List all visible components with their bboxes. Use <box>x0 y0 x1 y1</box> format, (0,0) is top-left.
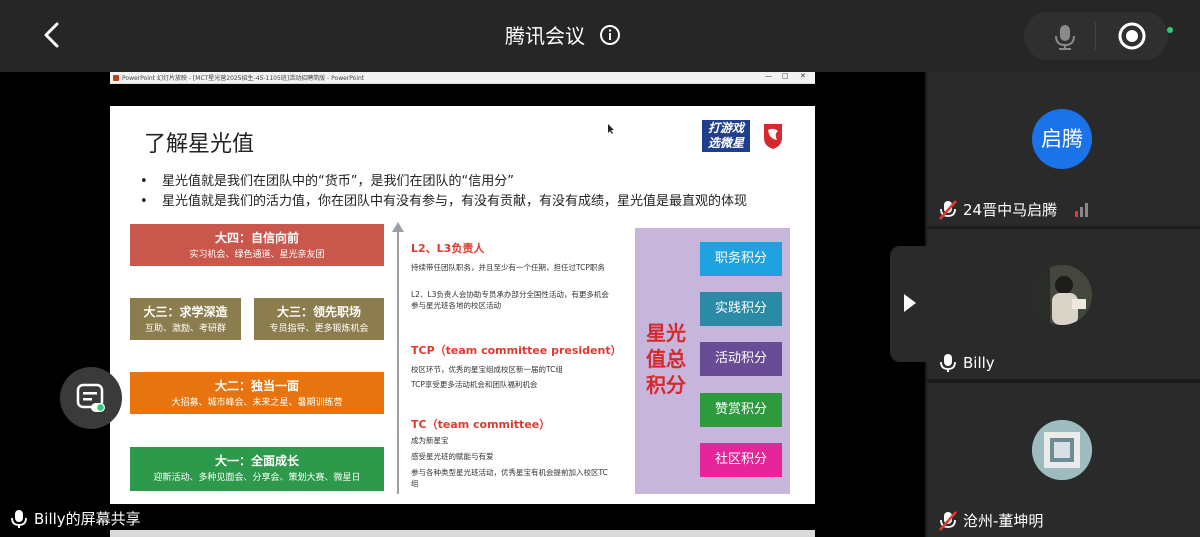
level-text: 参与各种类型星光班活动，优秀星宝有机会提前加入校区TC组 <box>411 468 608 488</box>
participant-name-row: Billy <box>939 353 995 373</box>
level-heading: L2、L3负责人 <box>411 242 485 255</box>
record-icon[interactable] <box>1116 20 1148 52</box>
participant-tile[interactable]: 沧州-董坤明 <box>927 383 1200 537</box>
points-practice-box: 实践积分 <box>700 292 782 326</box>
close-icon[interactable]: ✕ <box>800 72 806 80</box>
slide: 了解星光值 • 星光值就是我们在团队中的“货币”，是我们在团队的“信用分” • 星光… <box>110 106 815 504</box>
meeting-title: 腾讯会议 <box>505 24 585 48</box>
meeting-title-group: 腾讯会议 <box>505 20 621 49</box>
powerpoint-logo-icon <box>113 75 119 81</box>
level-heading: TC（team committee） <box>411 418 551 431</box>
points-activity-box: 活动积分 <box>700 342 782 376</box>
play-right-icon <box>904 294 916 312</box>
points-appreciation-box: 赞赏积分 <box>700 393 782 427</box>
mic-icon <box>940 354 956 372</box>
controls-divider <box>1095 22 1096 50</box>
ppt-statusbar <box>110 530 815 537</box>
info-icon[interactable] <box>599 24 621 46</box>
level-text: L2、L3负责人会协助专员承办部分全国性活动，有更多机会参与星光班各地的校区活动 <box>411 290 609 310</box>
participant-tile[interactable]: 启腾 24晋中马启腾 <box>927 72 1200 226</box>
chevron-left-icon[interactable] <box>38 20 68 50</box>
avatar <box>1032 420 1092 480</box>
level-text: 校区环节，优秀的星宝组成校区新一届的TC组 <box>411 365 563 374</box>
chat-toggle-button[interactable] <box>60 367 122 429</box>
stage-junior-study-box: 大三：求学深造 互助、激励、考研群 <box>130 298 241 340</box>
stage-junior-career-box: 大三：领先职场 专员指导、更多锻炼机会 <box>254 298 384 340</box>
avatar-photo <box>1032 265 1092 325</box>
participant-name-row: 沧州-董坤明 <box>939 510 1043 531</box>
ppt-top-letterbox <box>110 84 815 106</box>
participant-tile[interactable]: Billy <box>927 229 1200 379</box>
mouse-cursor-icon <box>608 124 614 134</box>
msi-dragon-shield-icon <box>764 124 782 149</box>
level-text: TCP享受更多活动机会和团队福利机会 <box>411 380 538 389</box>
participant-name: 24晋中马启腾 <box>963 201 1058 219</box>
avatar: 启腾 <box>1032 109 1092 169</box>
level-heading: TCP（team committee president） <box>411 344 622 357</box>
slide-title: 了解星光值 <box>144 132 255 157</box>
screen-share-label: Billy的屏幕共享 <box>10 508 141 529</box>
stage-sophomore-box: 大二：独当一面 大招募、城市峰会、未来之星、暑期训练营 <box>130 372 384 414</box>
ppt-titlebar: PowerPoint 幻灯片放映 - [MCT星光营2025招生-45-1105… <box>110 72 815 84</box>
points-job-box: 职务积分 <box>700 242 782 276</box>
progress-arrow-line <box>397 230 399 494</box>
minimize-icon[interactable]: — <box>765 72 772 80</box>
level-text: 持续带任团队职务，并且至少有一个任期，担任过TCP职务 <box>411 263 605 272</box>
mic-icon <box>11 509 27 528</box>
chat-toggle-icon <box>76 383 105 412</box>
status-dot <box>1167 27 1173 33</box>
participant-name-row: 24晋中马启腾 <box>939 199 1057 220</box>
powerpoint-window: PowerPoint 幻灯片放映 - [MCT星光营2025招生-45-1105… <box>110 72 815 537</box>
mic-muted-icon <box>939 510 957 531</box>
participant-name: 沧州-董坤明 <box>963 512 1044 530</box>
level-text: 感受星光班的赋能与有爱 <box>411 452 494 461</box>
stage-freshman-box: 大一：全面成长 迎新活动、多种见面会、分享会、策划大赛、微星日 <box>130 447 384 491</box>
level-text: 成为新星宝 <box>411 436 449 445</box>
points-panel-title: 星光值总积分 <box>646 321 686 397</box>
share-label-text: Billy的屏幕共享 <box>34 510 141 528</box>
expand-sidebar-button[interactable] <box>890 246 928 362</box>
bullet-item: • 星光值就是我们的活力值，你在团队中有没有参与，有没有贡献，有没有成绩，星光值是… <box>140 194 748 209</box>
mic-icon[interactable] <box>1050 22 1080 52</box>
points-community-box: 社区积分 <box>700 443 782 477</box>
top-bar: 腾讯会议 <box>0 0 1200 72</box>
brand-logo-msi-text: 打游戏 选微星 <box>702 120 750 152</box>
participant-name: Billy <box>963 354 995 372</box>
signal-icon <box>1075 203 1088 217</box>
mic-muted-icon <box>939 199 957 220</box>
ppt-window-title: PowerPoint 幻灯片放映 - [MCT星光营2025招生-45-1105… <box>122 75 365 82</box>
bullet-item: • 星光值就是我们在团队中的“货币”，是我们在团队的“信用分” <box>140 174 514 189</box>
avatar <box>1032 265 1092 325</box>
avatar-photo <box>1032 420 1092 480</box>
maximize-icon[interactable]: □ <box>782 72 789 80</box>
stage-senior-box: 大四：自信向前 实习机会、绿色通道、星光亲友团 <box>130 224 384 266</box>
